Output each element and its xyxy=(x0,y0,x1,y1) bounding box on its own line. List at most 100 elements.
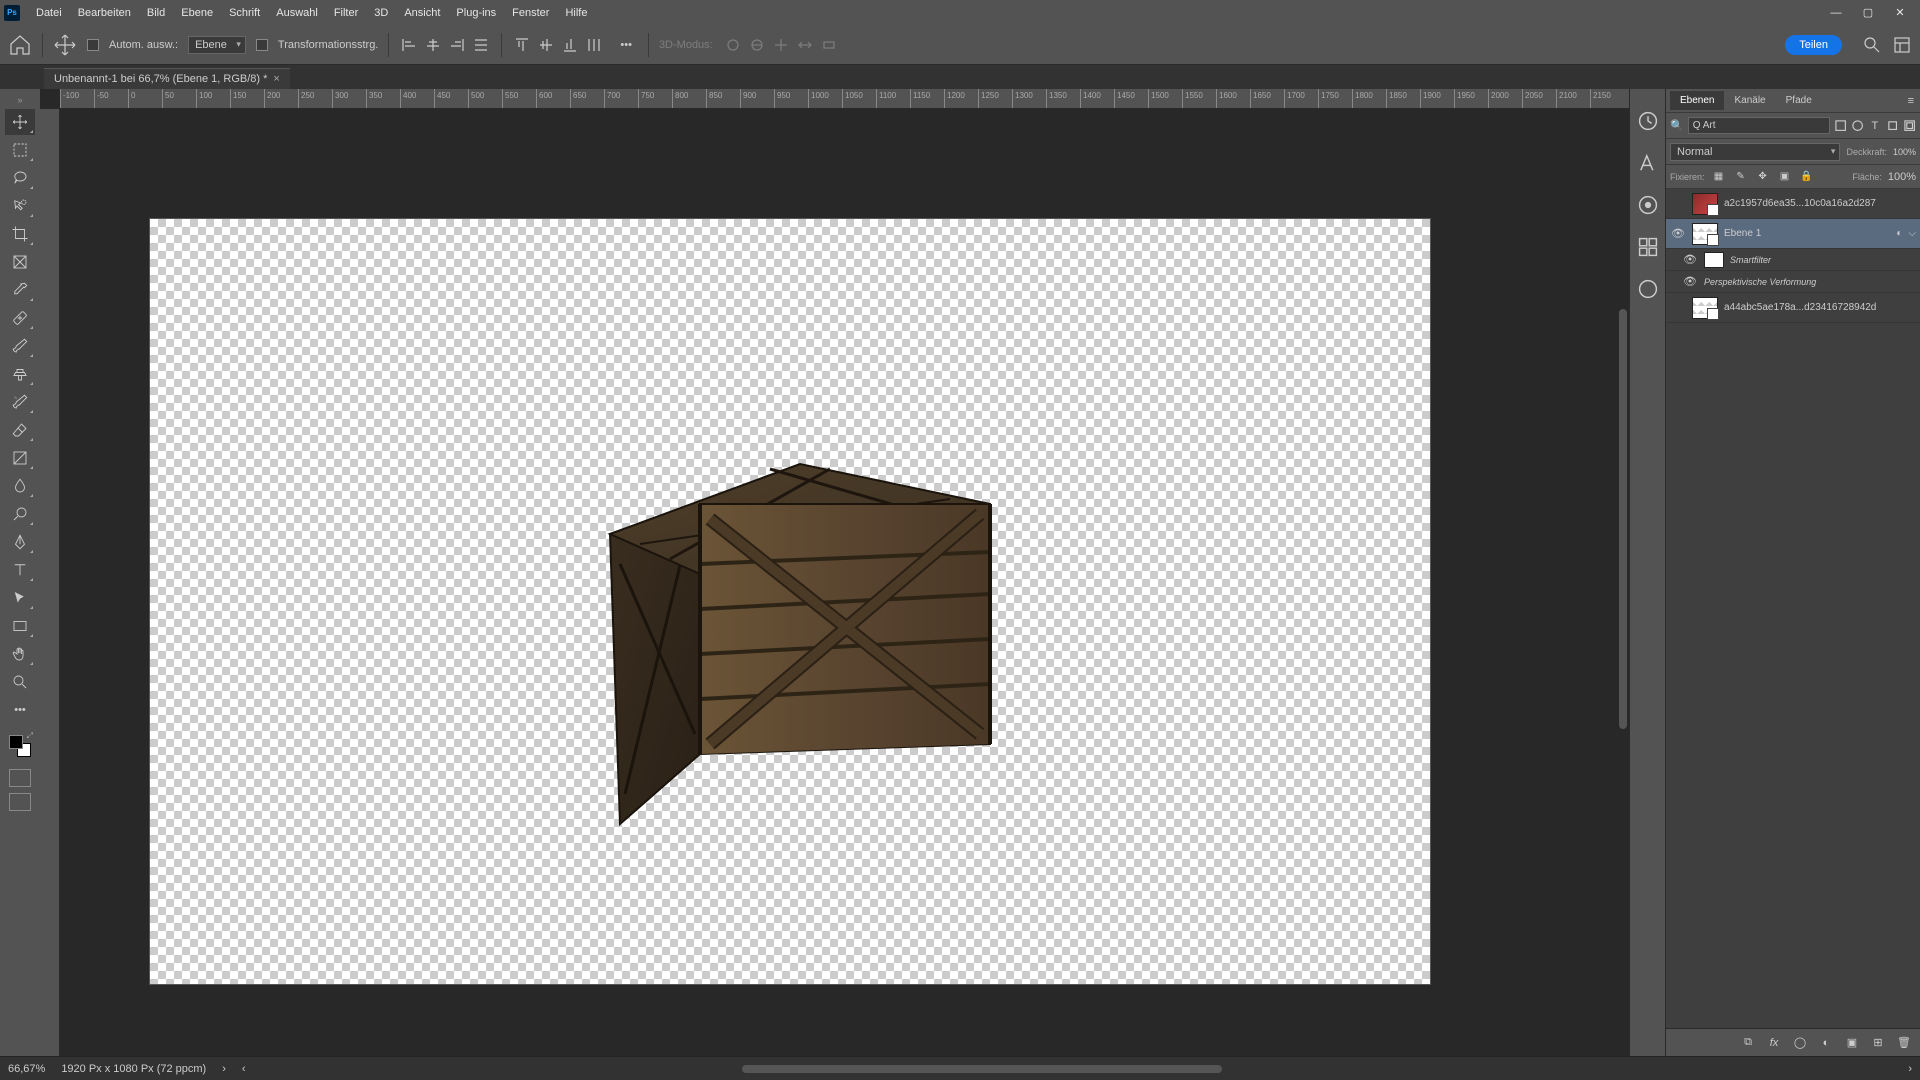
align-bottom-icon[interactable] xyxy=(560,35,580,55)
quick-select-tool[interactable] xyxy=(5,193,35,219)
clone-stamp-tool[interactable] xyxy=(5,361,35,387)
tab-ebenen[interactable]: Ebenen xyxy=(1670,91,1724,110)
filter-type-icon[interactable]: T xyxy=(1868,117,1881,135)
layer-thumbnail[interactable] xyxy=(1692,193,1718,215)
layer-style-icon[interactable]: fx xyxy=(1766,1035,1782,1051)
distribute-v-icon[interactable] xyxy=(584,35,604,55)
eyedropper-tool[interactable] xyxy=(5,277,35,303)
new-group-icon[interactable]: ▣ xyxy=(1844,1035,1860,1051)
scroll-left-icon[interactable]: ‹ xyxy=(242,1063,246,1075)
hand-tool[interactable] xyxy=(5,641,35,667)
canvas-viewport[interactable] xyxy=(60,109,1629,1056)
menu-ansicht[interactable]: Ansicht xyxy=(396,7,448,19)
home-icon[interactable] xyxy=(8,33,32,57)
opacity-value[interactable]: 100% xyxy=(1893,147,1916,157)
path-select-tool[interactable] xyxy=(5,585,35,611)
align-center-h-icon[interactable] xyxy=(423,35,443,55)
distribute-h-icon[interactable] xyxy=(471,35,491,55)
dodge-tool[interactable] xyxy=(5,501,35,527)
eraser-tool[interactable] xyxy=(5,417,35,443)
link-layers-icon[interactable]: ⧉ xyxy=(1740,1035,1756,1051)
document-tab[interactable]: Unbenannt-1 bei 66,7% (Ebene 1, RGB/8) *… xyxy=(44,68,290,89)
crop-tool[interactable] xyxy=(5,221,35,247)
visibility-toggle[interactable]: 👁 xyxy=(1670,227,1686,240)
edit-toolbar-icon[interactable]: ••• xyxy=(5,697,35,723)
frame-tool[interactable] xyxy=(5,249,35,275)
close-tab-icon[interactable]: × xyxy=(273,73,279,85)
blur-tool[interactable] xyxy=(5,473,35,499)
lock-all-icon[interactable]: 🔒 xyxy=(1799,169,1815,185)
type-tool[interactable] xyxy=(5,557,35,583)
horizontal-scrollbar[interactable] xyxy=(342,1065,1813,1073)
share-button[interactable]: Teilen xyxy=(1785,35,1842,55)
filter-smart-icon[interactable] xyxy=(1903,117,1916,135)
zoom-tool[interactable] xyxy=(5,669,35,695)
layer-name[interactable]: Ebene 1 xyxy=(1724,228,1890,239)
foreground-color-swatch[interactable] xyxy=(9,735,23,749)
smart-filter-badge-icon[interactable]: ◐ xyxy=(1896,228,1902,239)
menu-hilfe[interactable]: Hilfe xyxy=(557,7,595,19)
screen-mode-icon[interactable] xyxy=(9,793,31,811)
swap-colors-icon[interactable]: ⤢ xyxy=(27,731,33,741)
libraries-panel-icon[interactable] xyxy=(1636,235,1660,259)
collapse-tools-icon[interactable]: » xyxy=(15,93,24,107)
blend-mode-dropdown[interactable]: Normal xyxy=(1670,143,1840,161)
rectangle-tool[interactable] xyxy=(5,613,35,639)
healing-tool[interactable] xyxy=(5,305,35,331)
move-tool[interactable] xyxy=(5,109,35,135)
color-panel-icon[interactable] xyxy=(1636,193,1660,217)
panel-menu-icon[interactable]: ≡ xyxy=(1902,95,1920,107)
close-button[interactable]: ✕ xyxy=(1884,3,1916,23)
zoom-level[interactable]: 66,67% xyxy=(8,1063,45,1075)
layer-name[interactable]: a2c1957d6ea35...10c0a16a2d287 xyxy=(1724,198,1916,209)
menu-filter[interactable]: Filter xyxy=(326,7,366,19)
color-swatches[interactable]: ⤢ xyxy=(5,731,35,761)
status-arrow-icon[interactable]: › xyxy=(222,1063,226,1075)
menu-3d[interactable]: 3D xyxy=(366,7,396,19)
auto-select-checkbox[interactable] xyxy=(87,39,99,51)
layer-row[interactable]: a2c1957d6ea35...10c0a16a2d287 xyxy=(1666,189,1920,219)
menu-bearbeiten[interactable]: Bearbeiten xyxy=(70,7,139,19)
menu-bild[interactable]: Bild xyxy=(139,7,173,19)
filter-mask-thumbnail[interactable] xyxy=(1704,252,1724,268)
filter-shape-icon[interactable] xyxy=(1886,117,1899,135)
adjustment-layer-icon[interactable]: ◐ xyxy=(1818,1035,1834,1051)
lock-artboard-icon[interactable]: ▣ xyxy=(1777,169,1793,185)
visibility-toggle[interactable]: 👁 xyxy=(1682,275,1698,288)
character-panel-icon[interactable] xyxy=(1636,151,1660,175)
transform-controls-checkbox[interactable] xyxy=(256,39,268,51)
properties-panel-icon[interactable] xyxy=(1636,109,1660,133)
minimize-button[interactable]: — xyxy=(1820,3,1852,23)
marquee-tool[interactable] xyxy=(5,137,35,163)
more-options-icon[interactable]: ••• xyxy=(614,37,638,53)
layer-row[interactable]: 👁 Ebene 1 ◐ ⌵ xyxy=(1666,219,1920,249)
layer-name[interactable]: a44abc5ae178a...d23416728942d xyxy=(1724,302,1916,313)
menu-datei[interactable]: Datei xyxy=(28,7,70,19)
filter-name[interactable]: Perspektivische Verformung xyxy=(1704,277,1916,287)
layer-filter-dropdown[interactable] xyxy=(1688,117,1830,134)
brush-tool[interactable] xyxy=(5,333,35,359)
workspace-icon[interactable] xyxy=(1892,35,1912,55)
tab-kanaele[interactable]: Kanäle xyxy=(1724,91,1775,110)
layer-thumbnail[interactable] xyxy=(1692,223,1718,245)
menu-ebene[interactable]: Ebene xyxy=(173,7,221,19)
visibility-toggle[interactable]: 👁 xyxy=(1682,253,1698,266)
document-dimensions[interactable]: 1920 Px x 1080 Px (72 ppcm) xyxy=(61,1063,206,1075)
vertical-scrollbar[interactable] xyxy=(1619,309,1627,729)
auto-select-dropdown[interactable]: Ebene xyxy=(188,36,246,54)
history-brush-tool[interactable] xyxy=(5,389,35,415)
align-left-icon[interactable] xyxy=(399,35,419,55)
layer-row[interactable]: a44abc5ae178a...d23416728942d xyxy=(1666,293,1920,323)
quick-mask-icon[interactable] xyxy=(9,769,31,787)
pen-tool[interactable] xyxy=(5,529,35,555)
delete-layer-icon[interactable]: 🗑 xyxy=(1896,1035,1912,1051)
smart-filter-row[interactable]: 👁 Smartfilter xyxy=(1666,249,1920,271)
tab-pfade[interactable]: Pfade xyxy=(1776,91,1822,110)
align-right-icon[interactable] xyxy=(447,35,467,55)
layer-mask-icon[interactable]: ◯ xyxy=(1792,1035,1808,1051)
menu-fenster[interactable]: Fenster xyxy=(504,7,557,19)
menu-plugins[interactable]: Plug-ins xyxy=(448,7,504,19)
new-layer-icon[interactable]: ⊞ xyxy=(1870,1035,1886,1051)
filter-pixel-icon[interactable] xyxy=(1834,117,1847,135)
lasso-tool[interactable] xyxy=(5,165,35,191)
